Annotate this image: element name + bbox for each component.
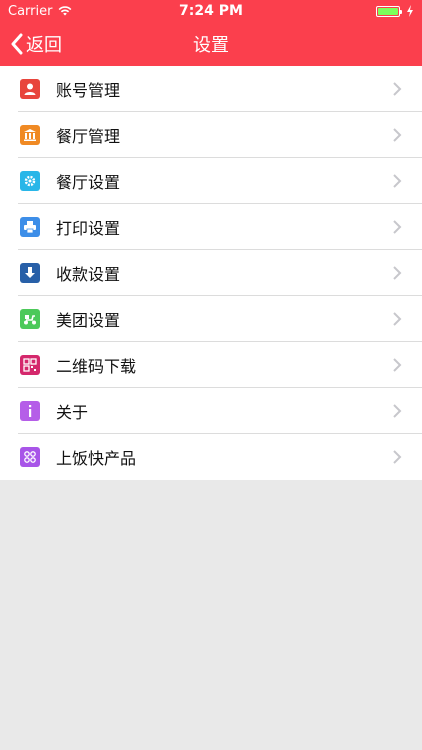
download-icon	[20, 263, 40, 283]
building-icon	[20, 125, 40, 145]
chevron-right-icon	[393, 266, 402, 280]
menu-item-qrcode-download[interactable]: 二维码下载	[0, 342, 422, 388]
menu-item-print-settings[interactable]: 打印设置	[0, 204, 422, 250]
chevron-right-icon	[393, 312, 402, 326]
person-icon	[20, 79, 40, 99]
settings-list: 账号管理 餐厅管理 餐厅设置 打印设置 收款设置 美团设置 二维码下载 关于 上…	[0, 66, 422, 480]
chevron-right-icon	[393, 220, 402, 234]
info-icon	[20, 401, 40, 421]
menu-item-label: 关于	[56, 403, 89, 422]
menu-item-label: 二维码下载	[56, 357, 137, 376]
menu-item-products[interactable]: 上饭快产品	[0, 434, 422, 480]
page-title: 设置	[193, 35, 229, 56]
wifi-icon	[59, 6, 72, 16]
menu-item-label: 账号管理	[56, 81, 121, 100]
menu-item-meituan-settings[interactable]: 美团设置	[0, 296, 422, 342]
menu-item-account[interactable]: 账号管理	[0, 66, 422, 112]
battery-icon	[376, 5, 402, 17]
scooter-icon	[20, 309, 40, 329]
chevron-right-icon	[393, 128, 402, 142]
back-button[interactable]: 返回	[10, 31, 62, 57]
chevron-left-icon	[11, 33, 23, 55]
apps-icon	[20, 447, 40, 467]
menu-item-label: 上饭快产品	[56, 449, 137, 468]
charging-icon	[407, 5, 413, 17]
chevron-right-icon	[393, 174, 402, 188]
menu-item-label: 餐厅设置	[56, 173, 121, 192]
printer-icon	[20, 217, 40, 237]
gear-icon	[20, 171, 40, 191]
chevron-right-icon	[393, 404, 402, 418]
chevron-right-icon	[393, 358, 402, 372]
menu-item-label: 收款设置	[56, 265, 121, 284]
chevron-right-icon	[393, 450, 402, 464]
back-label: 返回	[26, 35, 62, 56]
menu-item-label: 餐厅管理	[56, 127, 121, 146]
carrier-label: Carrier	[8, 3, 53, 19]
nav-bar: 返回 设置	[0, 22, 422, 66]
menu-item-restaurant-management[interactable]: 餐厅管理	[0, 112, 422, 158]
qrcode-icon	[20, 355, 40, 375]
menu-item-payment-settings[interactable]: 收款设置	[0, 250, 422, 296]
status-bar: Carrier 7:24 PM	[0, 0, 422, 22]
menu-item-label: 美团设置	[56, 311, 121, 330]
menu-item-restaurant-settings[interactable]: 餐厅设置	[0, 158, 422, 204]
menu-item-about[interactable]: 关于	[0, 388, 422, 434]
chevron-right-icon	[393, 82, 402, 96]
menu-item-label: 打印设置	[56, 219, 121, 238]
